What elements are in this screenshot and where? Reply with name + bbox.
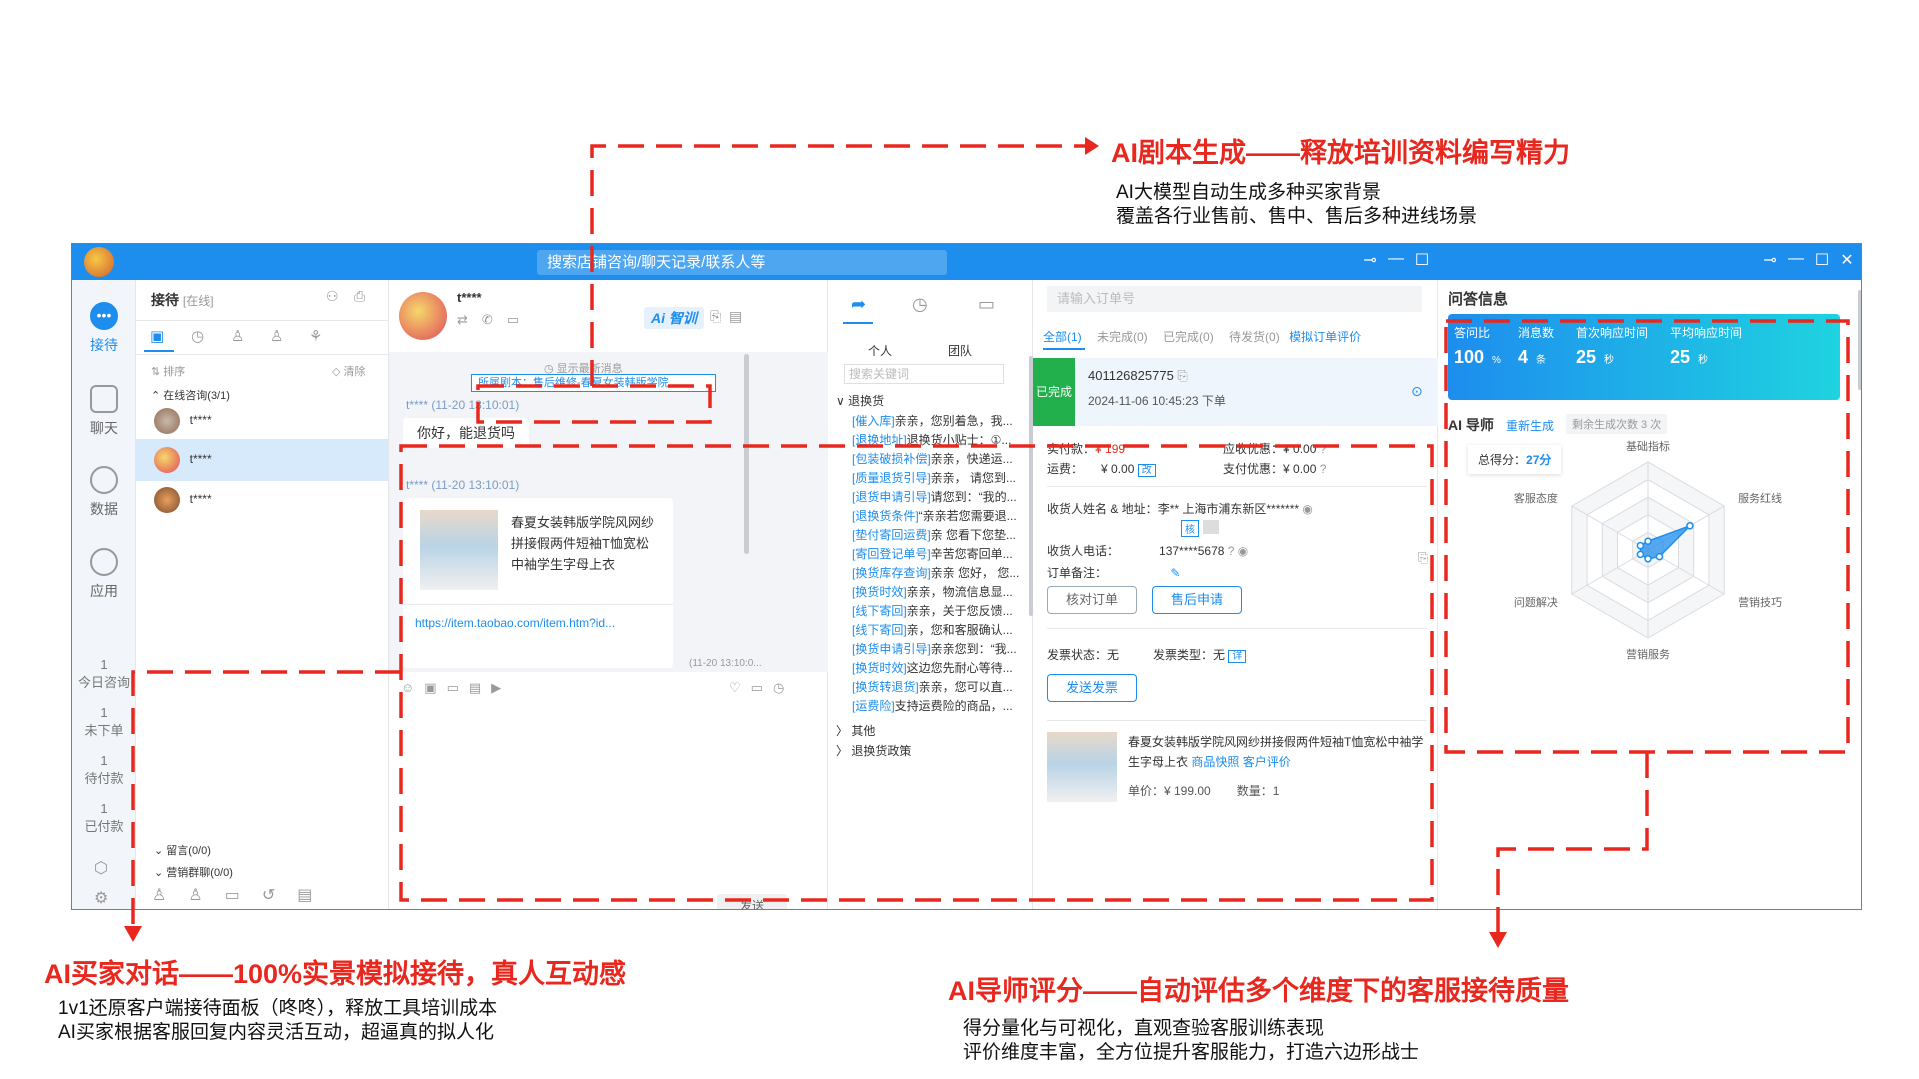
buyer-arrow-head [124, 926, 142, 942]
mentor-arrow-head [1489, 932, 1507, 948]
mentor-highlight-box [1444, 319, 1850, 754]
mentor-leader-line [1496, 752, 1649, 935]
buyer-leader-line [131, 670, 401, 930]
buyer-highlight-box [399, 444, 1434, 902]
script-arrow-head [1085, 137, 1099, 155]
script-leader-line [590, 144, 1085, 386]
script-highlight-box [476, 384, 712, 424]
annotation-overlay [124, 137, 1850, 948]
